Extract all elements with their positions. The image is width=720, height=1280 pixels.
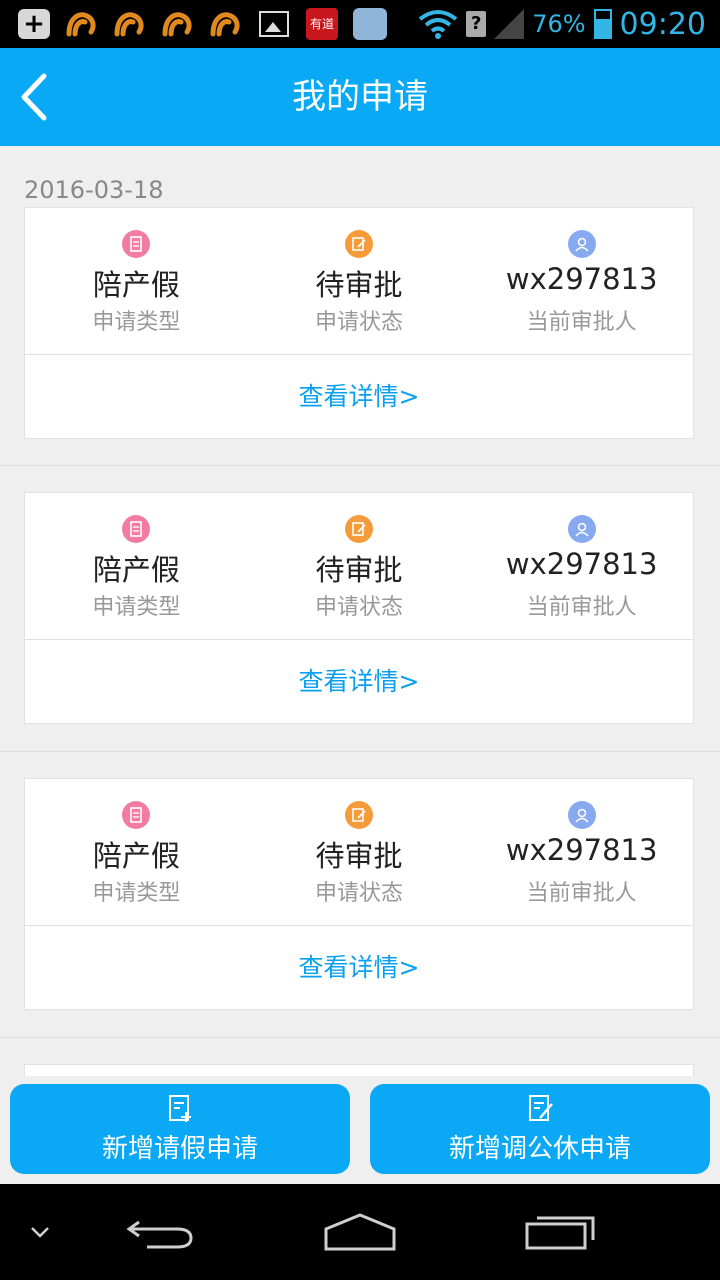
- hide-nav-button[interactable]: [20, 1184, 60, 1280]
- application-card-partial: [24, 1064, 694, 1076]
- system-nav-bar: [0, 1184, 720, 1280]
- view-details-link[interactable]: 查看详情>: [25, 354, 693, 440]
- leave-type-value: 陪产假: [92, 553, 180, 587]
- approver-column: wx297813 当前审批人: [470, 208, 693, 354]
- divider: [0, 751, 720, 752]
- home-nav-button[interactable]: [320, 1184, 400, 1280]
- application-card: 陪产假 申请类型 待审批 申请状态 wx297813 当前审批人 查看详情>: [24, 492, 694, 724]
- recents-nav-button[interactable]: [520, 1184, 600, 1280]
- uc-browser-icon: [64, 6, 100, 42]
- clock: 09:20: [619, 6, 706, 42]
- notification-icons: + 有道: [16, 6, 388, 42]
- cloud-voice-icon: [352, 6, 388, 42]
- signal-icon: [494, 9, 525, 39]
- youdao-icon: 有道: [304, 6, 340, 42]
- document-icon: [122, 515, 151, 543]
- leave-type-column: 陪产假 申请类型: [25, 208, 248, 354]
- approver-label: 当前审批人: [526, 595, 637, 620]
- app-bar: 我的申请: [0, 48, 720, 146]
- view-details-link[interactable]: 查看详情>: [25, 639, 693, 725]
- leave-type-value: 陪产假: [92, 839, 180, 873]
- gallery-icon: [256, 6, 292, 42]
- view-details-link[interactable]: 查看详情>: [25, 925, 693, 1011]
- wifi-icon: [418, 10, 458, 39]
- leave-type-label: 申请类型: [92, 881, 181, 906]
- home-icon: [324, 1213, 396, 1251]
- document-icon: [122, 801, 151, 829]
- uc-browser-icon: [160, 6, 196, 42]
- edit-document-icon: [529, 1095, 553, 1121]
- document-icon: [122, 230, 151, 258]
- status-label: 申请状态: [315, 595, 404, 620]
- leave-type-column: 陪产假 申请类型: [25, 493, 248, 639]
- status-label: 申请状态: [315, 310, 404, 335]
- chevron-down-icon: [31, 1227, 49, 1238]
- new-timeoff-label: 新增调公休申请: [448, 1134, 631, 1164]
- user-icon: [567, 801, 596, 829]
- new-leave-label: 新增请假申请: [101, 1134, 258, 1164]
- approver-column: wx297813 当前审批人: [470, 779, 693, 925]
- approver-column: wx297813 当前审批人: [470, 493, 693, 639]
- battery-percent: 76%: [532, 10, 586, 38]
- status-column: 待审批 申请状态: [248, 493, 471, 639]
- leave-type-value: 陪产假: [92, 268, 180, 302]
- status-label: 申请状态: [315, 881, 404, 906]
- card-summary: 陪产假 申请类型 待审批 申请状态 wx297813 当前审批人: [25, 208, 693, 355]
- status-column: 待审批 申请状态: [248, 208, 471, 354]
- system-status: ? 76% 09:20: [418, 0, 706, 48]
- leave-type-column: 陪产假 申请类型: [25, 779, 248, 925]
- approver-value: wx297813: [505, 262, 658, 296]
- status-value: 待审批: [315, 839, 403, 873]
- approver-value: wx297813: [505, 547, 658, 581]
- divider: [0, 1037, 720, 1038]
- back-nav-button[interactable]: [120, 1184, 200, 1280]
- user-icon: [567, 515, 596, 543]
- sim-icon: ?: [466, 11, 487, 37]
- divider: [0, 465, 720, 466]
- new-leave-button[interactable]: 新增请假申请: [10, 1084, 350, 1174]
- battery-icon: [593, 9, 612, 39]
- approver-value: wx297813: [505, 833, 658, 867]
- leave-type-label: 申请类型: [92, 310, 181, 335]
- card-summary: 陪产假 申请类型 待审批 申请状态 wx297813 当前审批人: [25, 493, 693, 640]
- uc-browser-icon: [112, 6, 148, 42]
- uc-browser-icon: [208, 6, 244, 42]
- page-title: 我的申请: [292, 77, 428, 117]
- date-label: 2016-03-18: [24, 176, 164, 204]
- back-arrow-icon: [126, 1220, 193, 1249]
- edit-document-icon: [345, 801, 373, 829]
- add-icon: +: [16, 6, 52, 42]
- status-value: 待审批: [315, 553, 403, 587]
- add-document-icon: [169, 1095, 191, 1122]
- recent-apps-icon: [525, 1216, 595, 1250]
- status-column: 待审批 申请状态: [248, 779, 471, 925]
- card-summary: 陪产假 申请类型 待审批 申请状态 wx297813 当前审批人: [25, 779, 693, 926]
- edit-document-icon: [345, 515, 373, 543]
- application-card: 陪产假 申请类型 待审批 申请状态 wx297813 当前审批人 查看详情>: [24, 778, 694, 1010]
- application-list[interactable]: 2016-03-18 陪产假 申请类型 待审批 申请状态 wx297813 当前…: [0, 146, 720, 1076]
- approver-label: 当前审批人: [526, 881, 637, 906]
- status-bar: + 有道 ? 76% 09:20: [0, 0, 720, 48]
- edit-document-icon: [345, 230, 373, 258]
- leave-type-label: 申请类型: [92, 595, 181, 620]
- new-timeoff-button[interactable]: 新增调公休申请: [370, 1084, 710, 1174]
- user-icon: [567, 230, 596, 258]
- approver-label: 当前审批人: [526, 310, 637, 335]
- application-card: 陪产假 申请类型 待审批 申请状态 wx297813 当前审批人 查看详情>: [24, 207, 694, 439]
- status-value: 待审批: [315, 268, 403, 302]
